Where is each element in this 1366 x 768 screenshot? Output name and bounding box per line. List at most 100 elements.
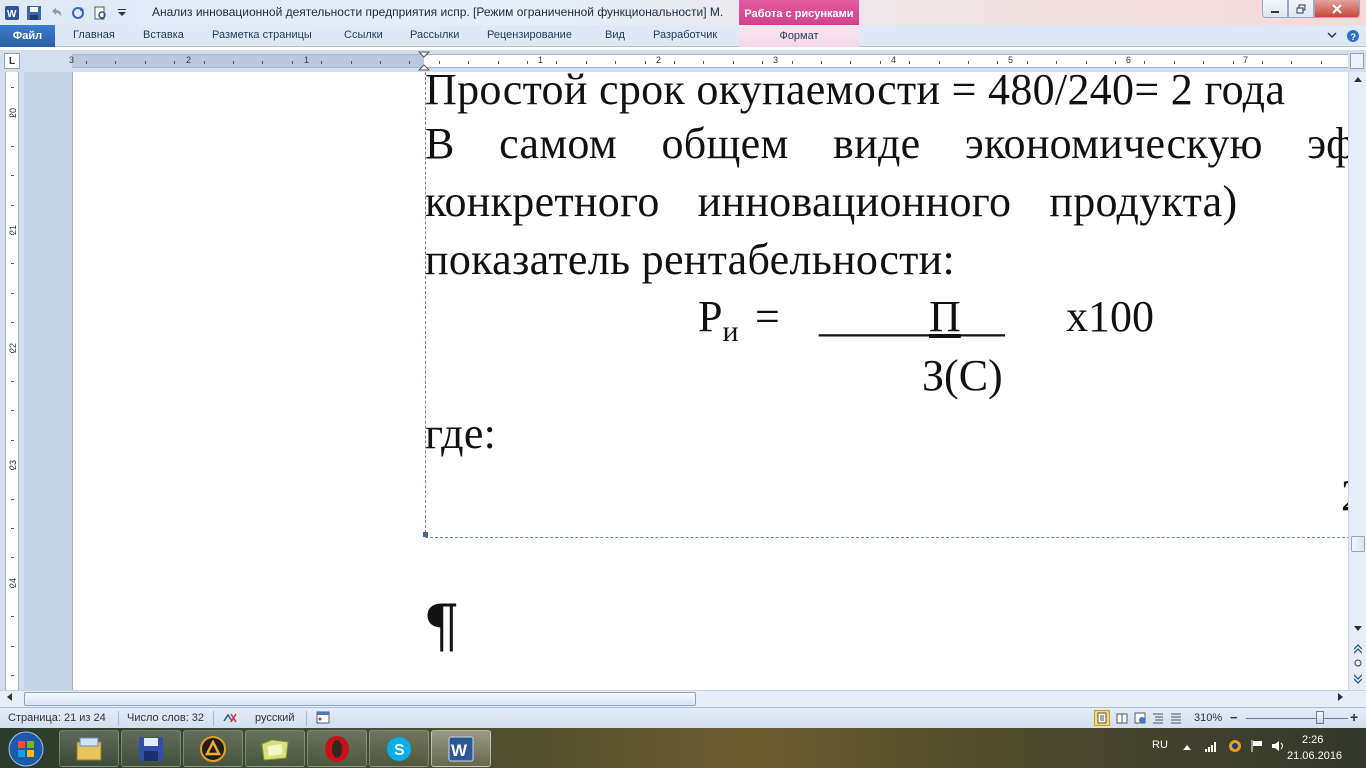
previous-page-icon[interactable] bbox=[1351, 642, 1365, 656]
ruler-tick bbox=[11, 205, 14, 206]
ruler-tick bbox=[11, 322, 14, 323]
vertical-ruler[interactable]: 20 21 22 23 24 bbox=[5, 72, 19, 690]
word: общем bbox=[661, 119, 789, 168]
tab-stop-selector[interactable]: L bbox=[4, 53, 20, 69]
minimize-button[interactable] bbox=[1262, 0, 1288, 18]
ruler-tick bbox=[1144, 61, 1145, 64]
ruler-tick bbox=[145, 61, 146, 64]
zoom-slider-thumb[interactable] bbox=[1316, 711, 1324, 724]
expand-ribbon-icon[interactable] bbox=[1326, 29, 1338, 44]
close-button[interactable] bbox=[1314, 0, 1360, 18]
view-ruler-toggle[interactable] bbox=[1350, 53, 1364, 69]
vertical-scroll-thumb[interactable] bbox=[1351, 536, 1365, 552]
formula-multiplier: х100 bbox=[1066, 292, 1154, 341]
ruler-number: 5 bbox=[1008, 55, 1014, 65]
ruler-tick bbox=[1086, 61, 1087, 64]
tab-review[interactable]: Рецензирование bbox=[487, 29, 572, 41]
tab-developer[interactable]: Разработчик bbox=[653, 29, 717, 41]
show-hidden-icons-icon[interactable] bbox=[1183, 741, 1191, 753]
tab-references[interactable]: Ссылки bbox=[344, 29, 383, 41]
horizontal-ruler[interactable]: 3 2 1 1 2 3 4 5 6 7 bbox=[69, 51, 1351, 71]
restore-button[interactable] bbox=[1288, 0, 1314, 18]
document-page[interactable]: Простой срок окупаемости = 480/240= 2 го… bbox=[72, 72, 1348, 690]
status-bar: Страница: 21 из 24 Число слов: 32 русски… bbox=[0, 707, 1366, 728]
windows-taskbar: S W RU 2:26 21.06.2016 bbox=[0, 728, 1366, 768]
tab-format[interactable]: Формат bbox=[739, 25, 859, 47]
skype-icon: S bbox=[387, 736, 411, 761]
taskbar-folder[interactable] bbox=[245, 730, 305, 767]
help-icon[interactable]: ? bbox=[1346, 29, 1360, 46]
vertical-scrollbar[interactable] bbox=[1348, 72, 1366, 690]
full-screen-reading-icon[interactable] bbox=[1114, 710, 1130, 726]
volume-icon[interactable] bbox=[1271, 739, 1285, 756]
language-status[interactable]: русский bbox=[255, 712, 294, 724]
horizontal-scrollbar[interactable] bbox=[0, 690, 1366, 707]
proofing-icon[interactable] bbox=[222, 711, 238, 728]
taskbar-skype[interactable]: S bbox=[369, 730, 429, 767]
redo-icon[interactable] bbox=[68, 3, 87, 22]
draft-view-icon[interactable] bbox=[1168, 710, 1184, 726]
horizontal-scroll-thumb[interactable] bbox=[24, 692, 696, 706]
zoom-in-button[interactable]: + bbox=[1350, 709, 1358, 725]
quick-access-toolbar: W bbox=[2, 3, 131, 22]
zoom-level[interactable]: 310% bbox=[1194, 712, 1222, 724]
save-icon[interactable] bbox=[24, 3, 43, 22]
undo-icon[interactable] bbox=[46, 3, 65, 22]
word-app-icon[interactable]: W bbox=[2, 3, 21, 22]
taskbar-save-app[interactable] bbox=[121, 730, 181, 767]
next-page-icon[interactable] bbox=[1351, 672, 1365, 686]
tab-home[interactable]: Главная bbox=[73, 29, 115, 41]
indent-marker-icon[interactable] bbox=[418, 51, 430, 71]
tab-insert[interactable]: Вставка bbox=[143, 29, 184, 41]
ruler-number: 6 bbox=[1126, 55, 1132, 65]
ruler-tick bbox=[674, 61, 675, 64]
formula-fraction-line: _____П__ bbox=[819, 292, 1005, 341]
zoom-out-button[interactable]: − bbox=[1230, 710, 1238, 725]
ruler-tick bbox=[11, 528, 14, 529]
macro-record-icon[interactable] bbox=[316, 711, 330, 727]
scroll-left-icon[interactable] bbox=[6, 693, 12, 703]
keyboard-language[interactable]: RU bbox=[1152, 739, 1168, 751]
taskbar-aimp[interactable] bbox=[183, 730, 243, 767]
ruler-tick bbox=[968, 61, 969, 64]
doc-line-2: В самом общем виде экономическую эф bbox=[425, 118, 1348, 169]
select-browse-object-icon[interactable] bbox=[1351, 656, 1365, 670]
clock-date[interactable]: 21.06.2016 bbox=[1287, 750, 1342, 762]
tab-page-layout[interactable]: Разметка страницы bbox=[212, 29, 312, 41]
tab-mailings[interactable]: Рассылки bbox=[410, 29, 459, 41]
app-tray-icon[interactable] bbox=[1228, 739, 1242, 756]
ruler-tick bbox=[909, 61, 910, 64]
customize-qat-icon[interactable] bbox=[112, 3, 131, 22]
start-button-icon[interactable] bbox=[4, 730, 48, 768]
ruler-tick bbox=[11, 175, 14, 176]
ruler-tick bbox=[262, 61, 263, 64]
zoom-slider-track[interactable] bbox=[1246, 718, 1348, 719]
picture-resize-handle[interactable] bbox=[423, 532, 428, 537]
ruler-tick bbox=[11, 616, 14, 617]
ruler-tick bbox=[11, 146, 14, 147]
print-layout-view-icon[interactable] bbox=[1094, 710, 1110, 726]
tab-view[interactable]: Вид bbox=[605, 29, 625, 41]
taskbar-word[interactable]: W bbox=[431, 730, 491, 767]
page-count-status[interactable]: Страница: 21 из 24 bbox=[8, 712, 106, 724]
svg-text:S: S bbox=[394, 742, 405, 759]
ruler-tick bbox=[11, 557, 14, 558]
outline-view-icon[interactable] bbox=[1150, 710, 1166, 726]
network-signal-icon[interactable] bbox=[1204, 740, 1218, 755]
ruler-tick bbox=[11, 675, 14, 676]
taskbar-opera[interactable] bbox=[307, 730, 367, 767]
file-explorer-icon bbox=[76, 737, 102, 760]
scroll-down-icon[interactable] bbox=[1351, 622, 1365, 636]
clock-time[interactable]: 2:26 bbox=[1302, 734, 1323, 746]
ruler-tick bbox=[1321, 61, 1322, 64]
taskbar-explorer[interactable] bbox=[59, 730, 119, 767]
tab-file[interactable]: Файл bbox=[0, 25, 55, 47]
action-center-flag-icon[interactable] bbox=[1250, 739, 1264, 756]
print-preview-icon[interactable] bbox=[90, 3, 109, 22]
scroll-up-icon[interactable] bbox=[1351, 72, 1365, 86]
web-layout-icon[interactable] bbox=[1132, 710, 1148, 726]
formula-lhs: Ри bbox=[698, 292, 739, 348]
scroll-right-icon[interactable] bbox=[1338, 693, 1344, 703]
doc-line-payback: Простой срок окупаемости = 480/240= 2 го… bbox=[425, 72, 1286, 114]
word-count-status[interactable]: Число слов: 32 bbox=[127, 712, 204, 724]
